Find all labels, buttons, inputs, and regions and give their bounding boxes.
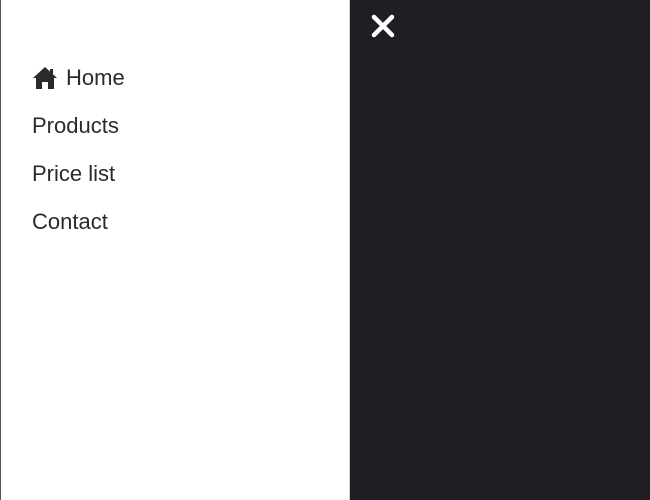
nav-item-label: Price list [32, 161, 116, 186]
nav-item-price-list[interactable]: Price list [32, 150, 125, 198]
nav-item-label: Products [32, 113, 119, 138]
nav-item-home[interactable]: Home [32, 54, 125, 102]
close-icon [371, 14, 395, 38]
close-button[interactable] [367, 10, 399, 42]
backdrop-overlay[interactable] [350, 0, 650, 500]
home-icon [32, 65, 60, 91]
nav-item-label: Contact [32, 209, 108, 234]
side-drawer: Home Products Price list Contact [0, 0, 350, 500]
nav-item-label: Home [66, 65, 125, 90]
nav-item-contact[interactable]: Contact [32, 198, 125, 246]
nav-item-products[interactable]: Products [32, 102, 125, 150]
nav-menu: Home Products Price list Contact [32, 54, 125, 246]
